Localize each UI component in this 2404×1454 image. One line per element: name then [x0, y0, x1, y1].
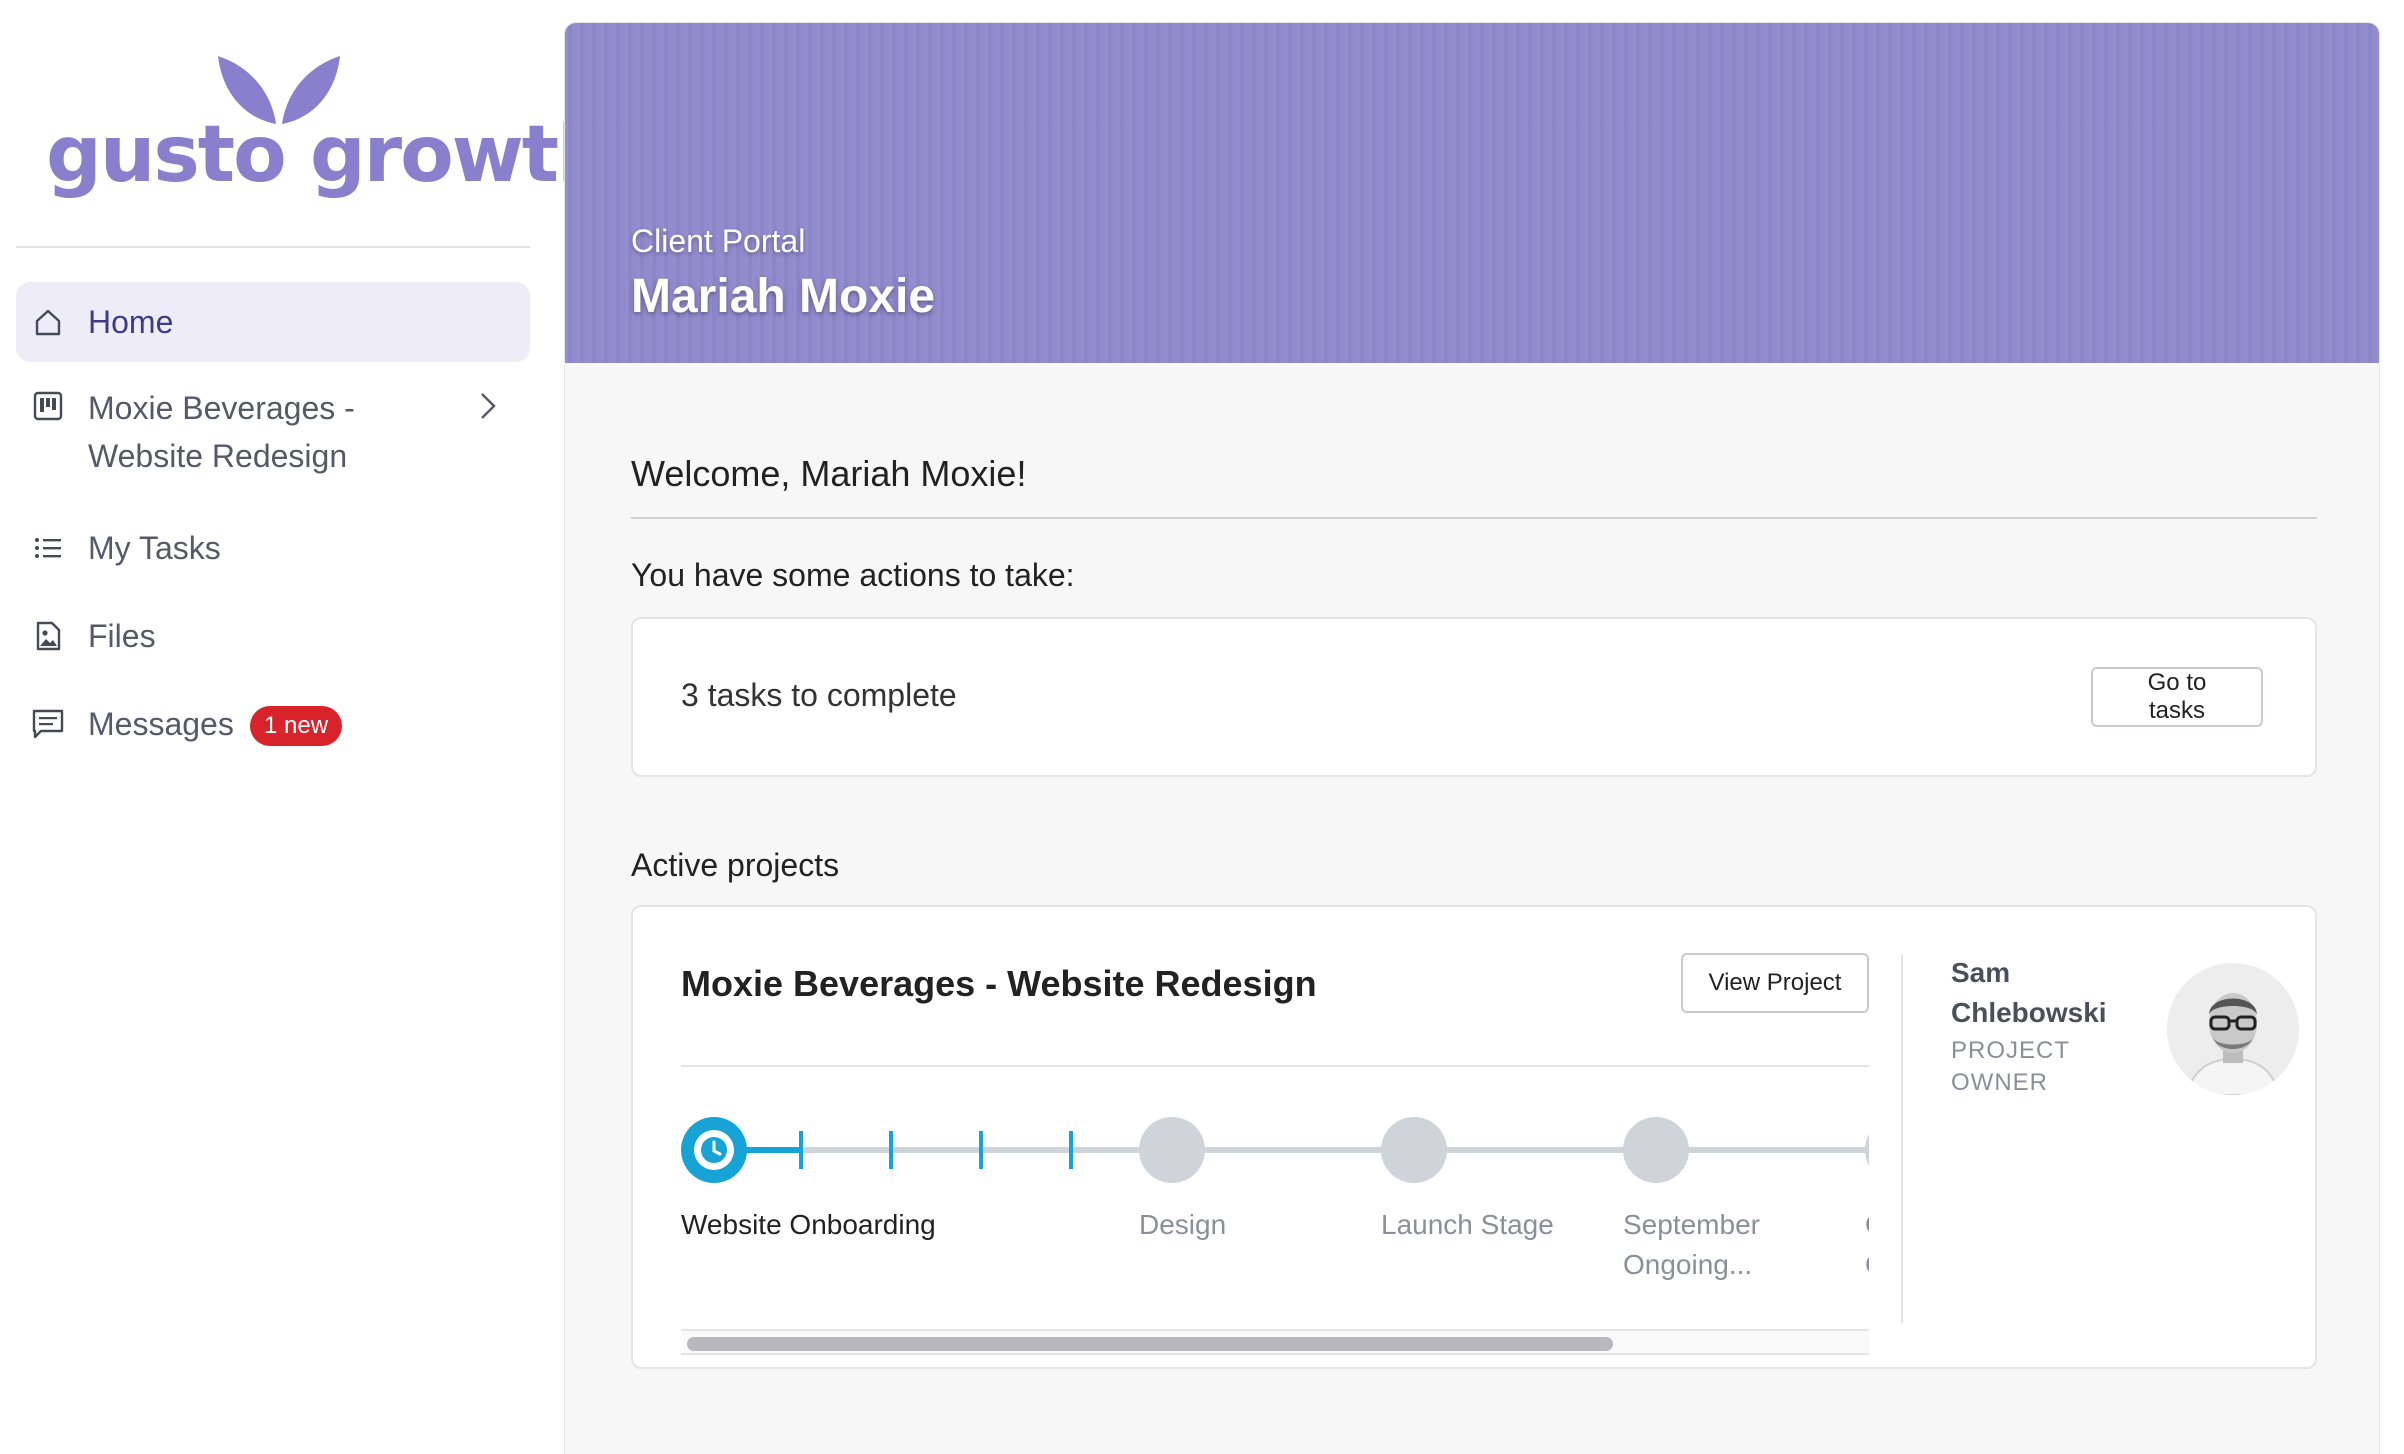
- owner-role: PROJECT OWNER: [1951, 1037, 2070, 1096]
- actions-label: You have some actions to take:: [631, 557, 1075, 593]
- sidebar-item-files[interactable]: Files: [16, 596, 530, 676]
- divider: [1901, 955, 1903, 1323]
- tasks-count-text: 3 tasks to complete: [681, 677, 957, 713]
- logo-wordmark: gusto growth: [46, 110, 613, 200]
- scrollbar-thumb[interactable]: [687, 1337, 1613, 1351]
- stage-label: O O: [1865, 1205, 1869, 1285]
- list-icon: [32, 532, 64, 564]
- timeline-tick: [799, 1131, 803, 1169]
- project-board-icon: [32, 390, 64, 422]
- sidebar-item-project[interactable]: Moxie Beverages - Website Redesign: [16, 376, 530, 486]
- stage-label: Website Onboarding: [681, 1209, 936, 1240]
- sidebar-divider: [16, 246, 530, 248]
- divider: [681, 1065, 1869, 1067]
- header-subtitle: Client Portal: [631, 223, 806, 259]
- timeline-track: [741, 1147, 1869, 1153]
- divider: [631, 517, 2317, 519]
- sidebar: gusto growth Home Moxie Beverages - Webs…: [0, 0, 613, 1454]
- sidebar-item-my-tasks[interactable]: My Tasks: [16, 508, 530, 588]
- timeline-tick: [979, 1131, 983, 1169]
- project-card: Moxie Beverages - Website Redesign View …: [631, 905, 2317, 1369]
- image-file-icon: [32, 620, 64, 652]
- stage-dot[interactable]: [1139, 1117, 1205, 1183]
- tasks-card: 3 tasks to complete Go to tasks: [631, 617, 2317, 777]
- timeline-scrollbar[interactable]: [681, 1329, 1869, 1355]
- stage-label: September Ongoing...: [1623, 1209, 1760, 1280]
- project-title: Moxie Beverages - Website Redesign: [681, 963, 1317, 1004]
- chevron-right-icon[interactable]: [478, 390, 498, 427]
- sidebar-item-label: Moxie Beverages - Website Redesign: [88, 390, 355, 474]
- sidebar-item-label: Messages: [88, 705, 234, 742]
- timeline-progress: [741, 1147, 799, 1153]
- clock-icon: [685, 1121, 743, 1179]
- stage-dot[interactable]: [1381, 1117, 1447, 1183]
- stage-dot-current[interactable]: [681, 1117, 747, 1183]
- go-to-tasks-button[interactable]: Go to tasks: [2091, 667, 2263, 727]
- active-projects-label: Active projects: [631, 847, 840, 883]
- stage-dot[interactable]: [1865, 1117, 1869, 1183]
- avatar: [2167, 963, 2299, 1095]
- sidebar-item-label: Home: [88, 303, 174, 340]
- home-icon: [32, 306, 64, 338]
- header-title: Mariah Moxie: [631, 270, 936, 323]
- view-project-button[interactable]: View Project: [1681, 953, 1869, 1013]
- gusto-growth-logo[interactable]: gusto growth: [46, 46, 613, 206]
- welcome-heading: Welcome, Mariah Moxie!: [631, 453, 1027, 494]
- owner-name: Sam Chlebowski: [1951, 957, 2107, 1028]
- sidebar-item-label: Files: [88, 617, 156, 654]
- sidebar-item-label: My Tasks: [88, 529, 221, 566]
- project-stage-timeline[interactable]: Website Onboarding Design Launch Stage S…: [681, 1117, 1869, 1317]
- stage-label: Launch Stage: [1381, 1209, 1554, 1240]
- timeline-tick: [1069, 1131, 1073, 1169]
- message-icon: [32, 708, 64, 740]
- sidebar-item-home[interactable]: Home: [16, 282, 530, 362]
- sidebar-item-messages[interactable]: Messages 1 new: [16, 684, 530, 764]
- stage-dot[interactable]: [1623, 1117, 1689, 1183]
- main-content: Client Portal Mariah Moxie Welcome, Mari…: [564, 22, 2380, 1454]
- stage-label: Design: [1139, 1209, 1227, 1240]
- portal-header: Client Portal Mariah Moxie: [565, 23, 2379, 363]
- new-messages-badge: 1 new: [250, 706, 343, 746]
- timeline-tick: [889, 1131, 893, 1169]
